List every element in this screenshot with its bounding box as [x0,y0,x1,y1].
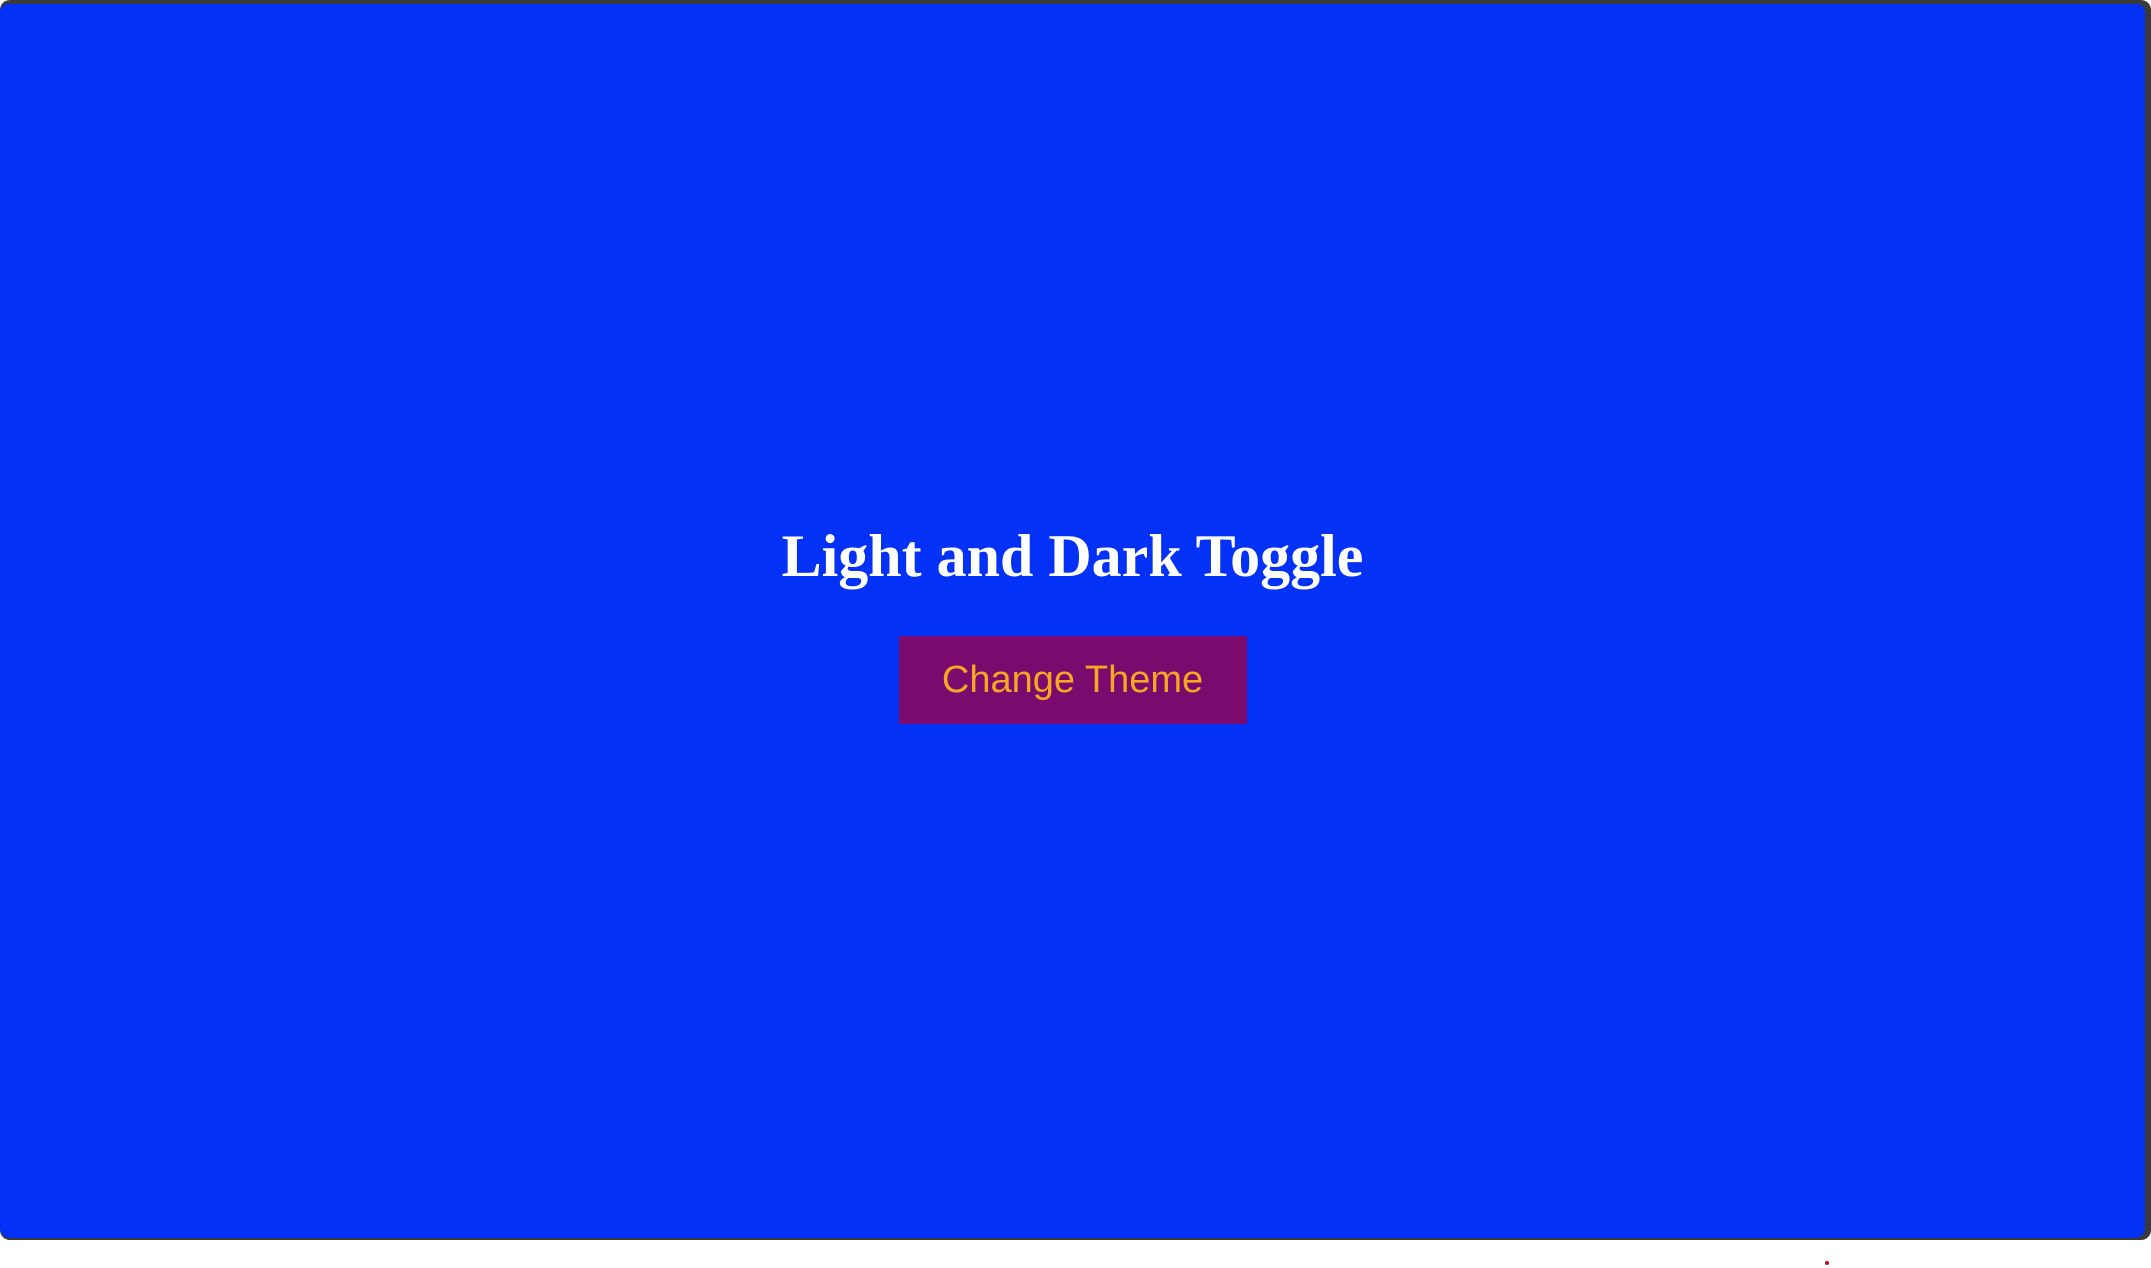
change-theme-button[interactable]: Change Theme [898,636,1247,724]
indicator-dot [1825,1261,1829,1265]
page-viewport: Light and Dark Toggle Change Theme [0,4,2145,1238]
browser-window: Light and Dark Toggle Change Theme [0,0,2151,1240]
page-title: Light and Dark Toggle [781,523,1364,589]
